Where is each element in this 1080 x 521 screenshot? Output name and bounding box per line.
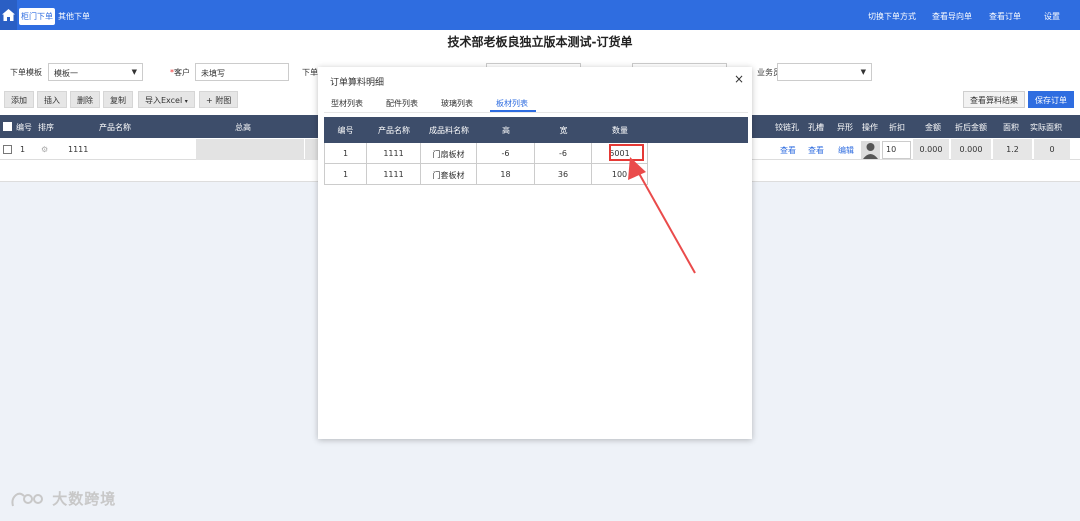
watermark-text: 大数跨境 <box>52 490 117 508</box>
watermark: 大数跨境 <box>10 488 116 509</box>
annotation-arrow-icon <box>628 157 696 274</box>
watermark-logo-icon <box>11 492 43 506</box>
